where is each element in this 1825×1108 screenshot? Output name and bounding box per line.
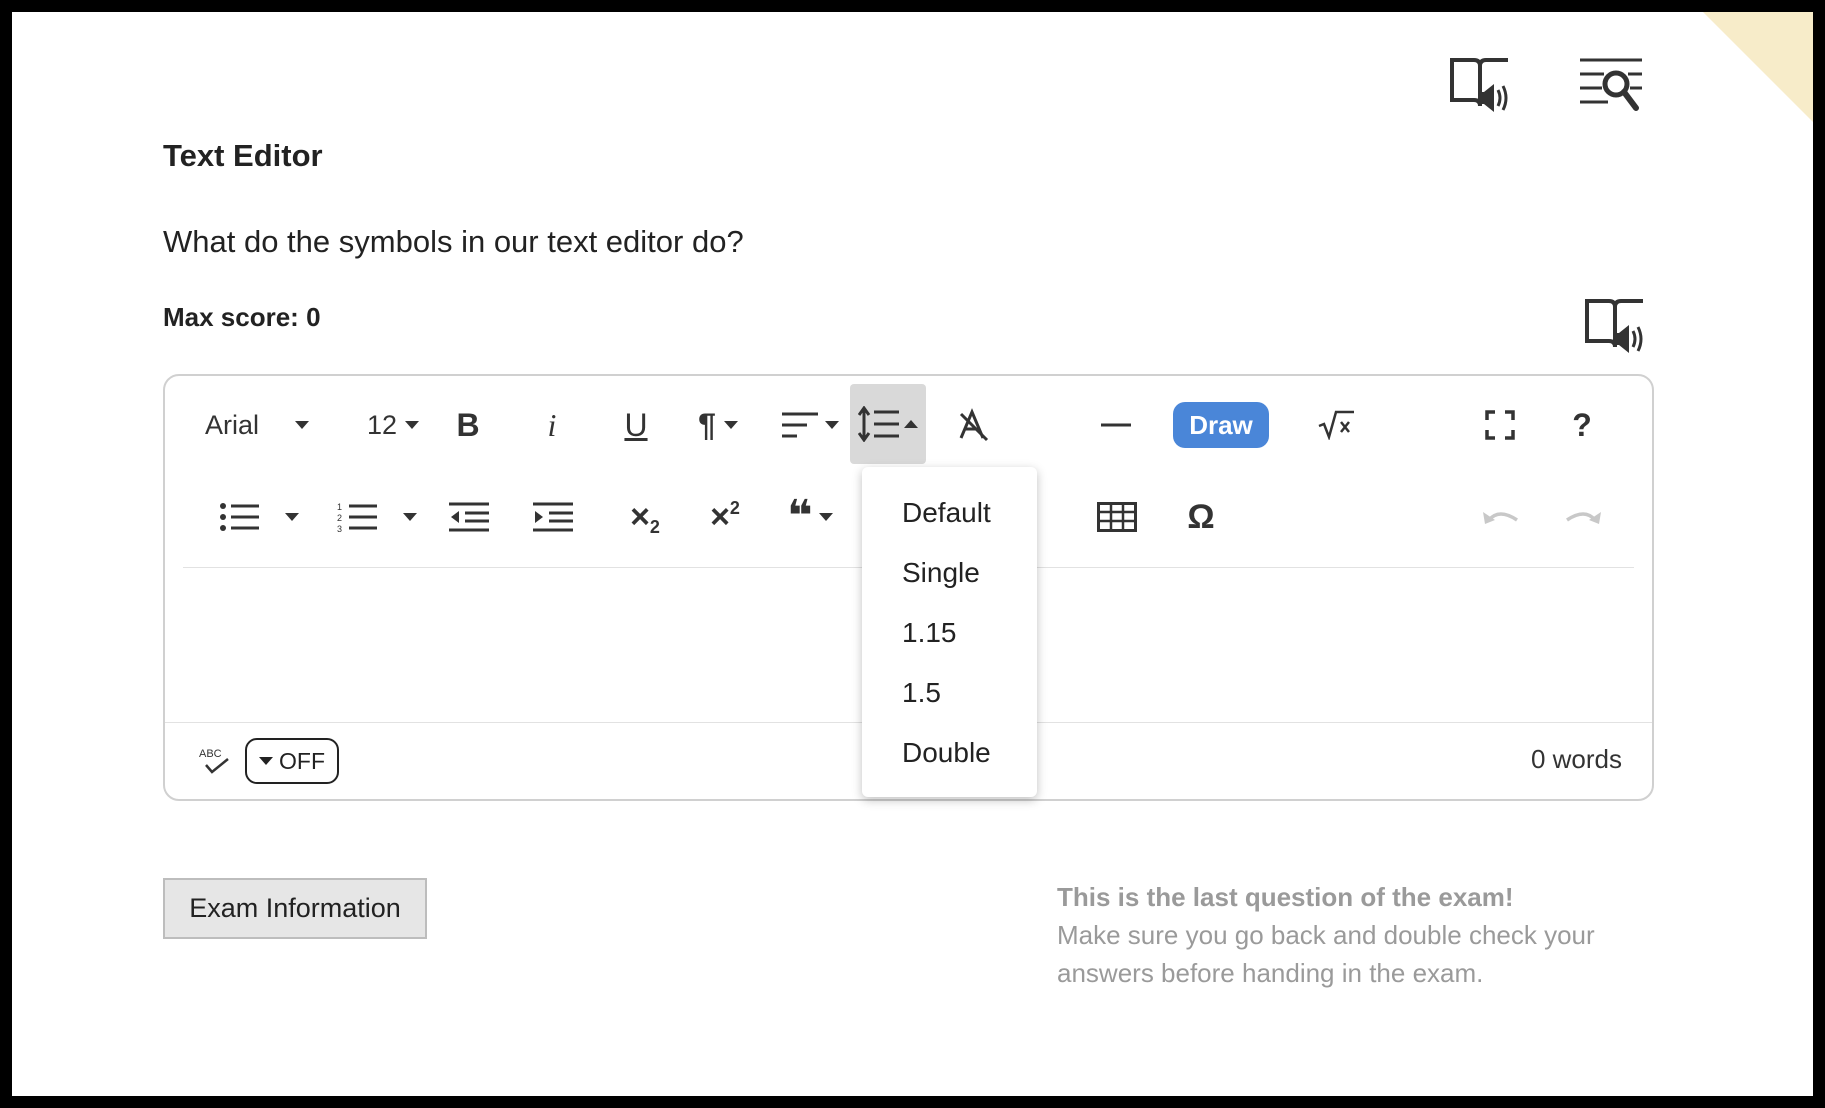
subscript-x: × [630,497,650,536]
pilcrow-icon: ¶ [698,406,716,443]
text-search-icon [1580,58,1642,111]
insert-table-button[interactable] [1091,494,1143,540]
horizontal-line-icon [1101,423,1131,427]
numbered-list-icon: 1 2 3 [337,502,377,532]
spellcheck-state: OFF [279,747,325,774]
blockquote-button[interactable]: ❝ [775,494,845,540]
subscript-n: 2 [649,516,660,537]
svg-text:ABC: ABC [199,748,222,760]
align-button[interactable] [777,402,843,448]
book-speaker-icon [1450,58,1508,112]
chevron-up-icon [904,420,918,428]
line-spacing-option-double[interactable]: Double [902,737,991,769]
bold-button[interactable]: B [445,402,491,448]
bullet-list-icon [220,503,259,531]
fullscreen-button[interactable] [1477,402,1523,448]
svg-text:3: 3 [337,524,342,532]
redo-button[interactable] [1559,494,1609,540]
exam-information-button[interactable]: Exam Information [163,878,427,939]
line-spacing-button[interactable] [850,384,926,464]
line-spacing-icon [858,406,899,442]
clear-formatting-button[interactable] [951,402,997,448]
subscript-button[interactable]: × 2 [615,494,675,540]
svg-text:1: 1 [337,502,342,512]
redo-icon [1566,512,1601,524]
last-question-line-1: Make sure you go back and double check y… [1057,920,1595,950]
undo-button[interactable] [1475,494,1525,540]
chevron-down-icon [825,421,839,429]
text-search-button[interactable] [1576,52,1646,122]
line-spacing-dropdown: Default Single 1.15 1.5 Double [862,467,1037,797]
square-root-icon [1318,410,1354,440]
italic-button[interactable]: i [529,402,575,448]
book-speaker-icon [1585,299,1643,353]
corner-fold [1703,12,1813,122]
line-spacing-option-single[interactable]: Single [902,557,980,589]
last-question-line-2: answers before handing in the exam. [1057,958,1484,988]
chevron-down-icon [295,421,310,429]
underline-button[interactable]: U [613,402,659,448]
chevron-down-icon [818,513,833,521]
indent-button[interactable] [527,494,579,540]
question-text: What do the symbols in our text editor d… [163,224,744,259]
draw-button[interactable]: Draw [1173,402,1269,448]
max-score: Max score: 0 [163,302,321,332]
help-button[interactable]: ? [1559,402,1605,448]
align-left-icon [782,412,818,438]
table-icon [1097,502,1137,532]
clear-format-icon [959,408,989,442]
horizontal-line-button[interactable] [1093,402,1139,448]
font-size-value: 12 [366,409,398,440]
superscript-button[interactable]: × 2 [695,494,755,540]
outdent-icon [449,502,489,532]
question-title: Text Editor [163,138,323,173]
numbered-list-button[interactable]: 1 2 3 [325,494,429,540]
spellcheck-toggle[interactable]: OFF [245,738,339,784]
superscript-n: 2 [729,497,740,518]
spellcheck-icon: ABC [199,748,229,774]
math-equation-button[interactable] [1311,402,1361,448]
font-family-select[interactable]: Arial [205,402,345,448]
bullet-list-button[interactable] [207,494,311,540]
indent-icon [533,502,573,532]
spellcheck-icon-button[interactable]: ABC [195,740,235,780]
special-characters-button[interactable]: Ω [1175,494,1227,540]
question-read-aloud-button[interactable] [1580,292,1650,362]
last-question-title: This is the last question of the exam! [1057,882,1514,912]
font-family-value: Arial [205,409,260,440]
superscript-x: × [710,497,730,536]
line-spacing-option-1-5[interactable]: 1.5 [902,677,941,709]
chevron-down-icon [403,513,417,521]
chevron-down-icon [259,757,273,765]
chevron-down-icon [285,513,299,521]
font-size-select[interactable]: 12 [361,402,425,448]
quote-icon: ❝ [787,491,813,542]
paragraph-format-button[interactable]: ¶ [685,402,751,448]
exam-page: Text Editor What do the symbols in our t… [12,12,1813,1096]
outdent-button[interactable] [443,494,495,540]
read-aloud-button[interactable] [1444,50,1516,122]
chevron-down-icon [405,421,420,429]
svg-text:2: 2 [337,513,342,523]
line-spacing-option-1-15[interactable]: 1.15 [902,617,957,649]
line-spacing-option-default[interactable]: Default [902,497,991,529]
fullscreen-icon [1485,410,1515,440]
chevron-down-icon [723,421,738,429]
word-count: 0 words [1530,744,1622,774]
undo-icon [1483,512,1518,524]
